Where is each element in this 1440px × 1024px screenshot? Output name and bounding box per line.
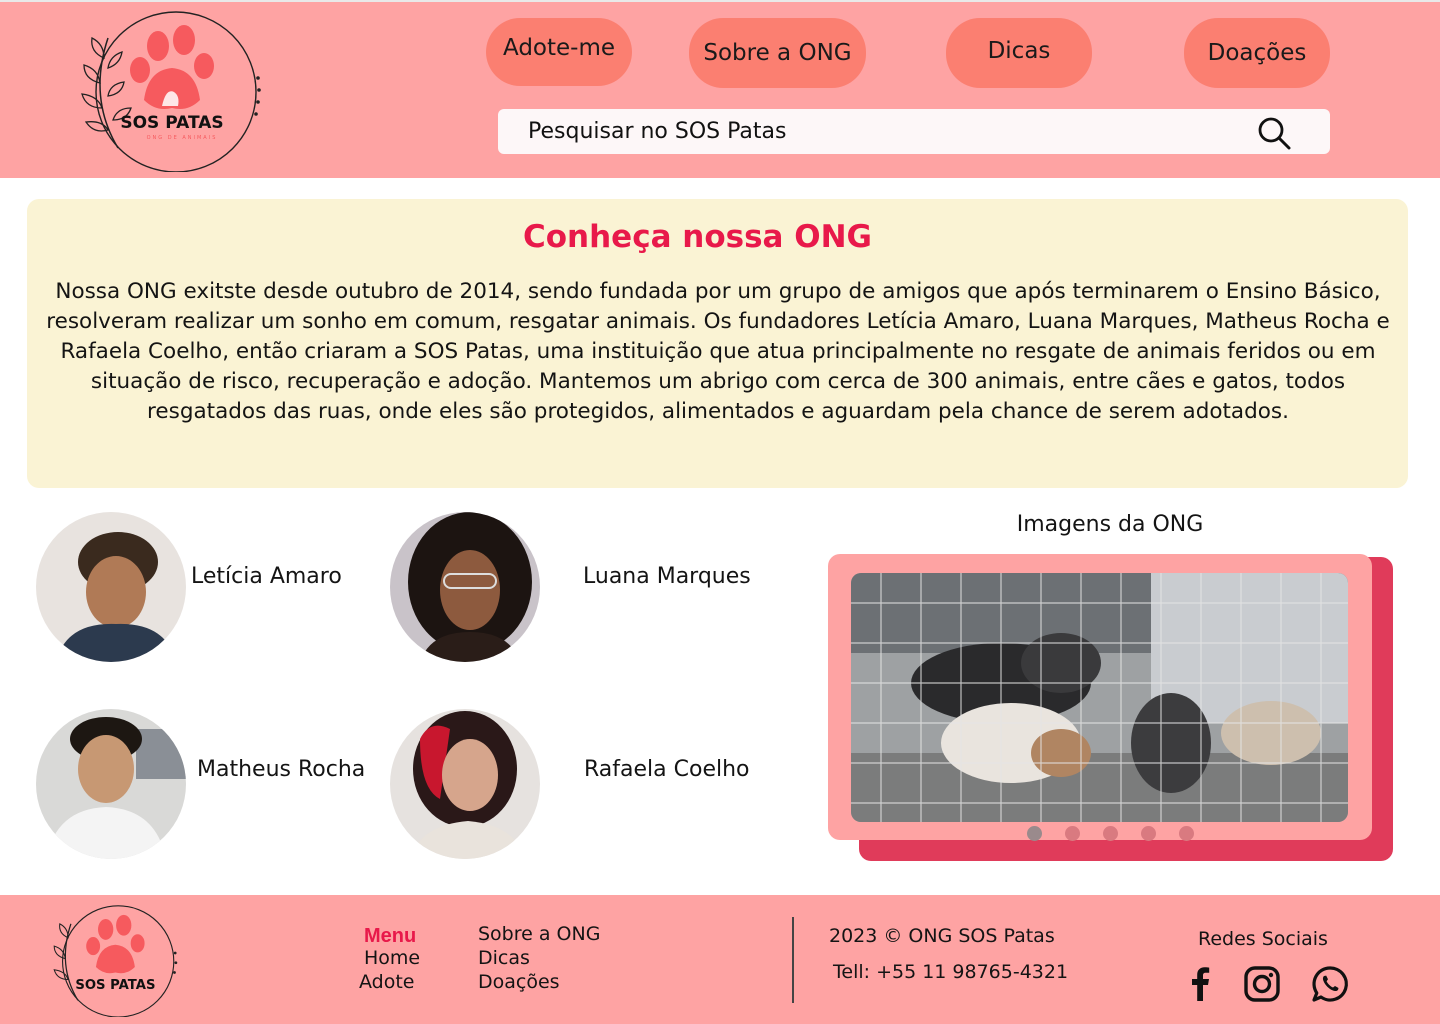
search-input[interactable] — [528, 109, 1228, 154]
about-section: Conheça nossa ONG Nossa ONG exitste desd… — [27, 199, 1408, 488]
nav-adote-me-button[interactable]: Adote-me — [486, 18, 632, 86]
about-text: Nossa ONG exitste desde outubro de 2014,… — [46, 279, 1390, 424]
logo-tagline: ONG DE ANIMAIS — [147, 135, 218, 141]
logo-name: SOS PATAS — [120, 113, 223, 133]
footer-link-doacoes[interactable]: Doações — [478, 971, 560, 993]
site-footer: SOS PATAS Menu Home Adote Sobre a ONG Di… — [0, 895, 1440, 1024]
footer-link-home[interactable]: Home — [364, 947, 420, 969]
founder-name-leticia: Letícia Amaro — [191, 564, 342, 589]
facebook-icon[interactable] — [1181, 965, 1219, 1003]
search-icon[interactable] — [1256, 115, 1292, 151]
search-bar — [498, 109, 1330, 154]
footer-phone: Tell: +55 11 98765-4321 — [833, 961, 1069, 983]
carousel-dot-3[interactable] — [1103, 826, 1118, 841]
sos-patas-logo[interactable]: SOS PATAS ONG DE ANIMAIS — [78, 8, 262, 172]
footer-link-adote[interactable]: Adote — [359, 971, 415, 993]
footer-menu-label: Menu — [364, 925, 417, 947]
nav-doacoes-button[interactable]: Doações — [1184, 18, 1330, 88]
founder-name-matheus: Matheus Rocha — [197, 757, 366, 782]
instagram-icon[interactable] — [1243, 965, 1281, 1003]
footer-logo-name: SOS PATAS — [75, 978, 155, 993]
carousel-dot-1[interactable] — [1027, 826, 1042, 841]
footer-copyright: 2023 © ONG SOS Patas — [829, 925, 1055, 947]
footer-divider — [792, 917, 794, 1003]
nav-sobre-ong-button[interactable]: Sobre a ONG — [689, 18, 866, 88]
carousel-dot-2[interactable] — [1065, 826, 1080, 841]
footer-social-title: Redes Sociais — [1198, 928, 1328, 950]
founder-name-rafaela: Rafaela Coelho — [584, 757, 750, 782]
site-header: SOS PATAS ONG DE ANIMAIS Adote-me Sobre … — [0, 0, 1440, 178]
avatar-luana — [390, 512, 540, 662]
founder-name-luana: Luana Marques — [583, 564, 751, 589]
gallery-photo[interactable] — [851, 573, 1348, 822]
nav-dicas-button[interactable]: Dicas — [946, 18, 1092, 88]
footer-link-dicas[interactable]: Dicas — [478, 947, 530, 969]
avatar-matheus — [36, 709, 186, 859]
avatar-leticia — [36, 512, 186, 662]
footer-logo[interactable]: SOS PATAS — [50, 903, 178, 1017]
whatsapp-icon[interactable] — [1311, 965, 1349, 1003]
carousel-dot-4[interactable] — [1141, 826, 1156, 841]
gallery-title: Imagens da ONG — [1016, 512, 1204, 537]
about-title: Conheça nossa ONG — [522, 219, 873, 255]
carousel-dot-5[interactable] — [1179, 826, 1194, 841]
avatar-rafaela — [390, 709, 540, 859]
footer-link-sobre[interactable]: Sobre a ONG — [478, 923, 600, 945]
